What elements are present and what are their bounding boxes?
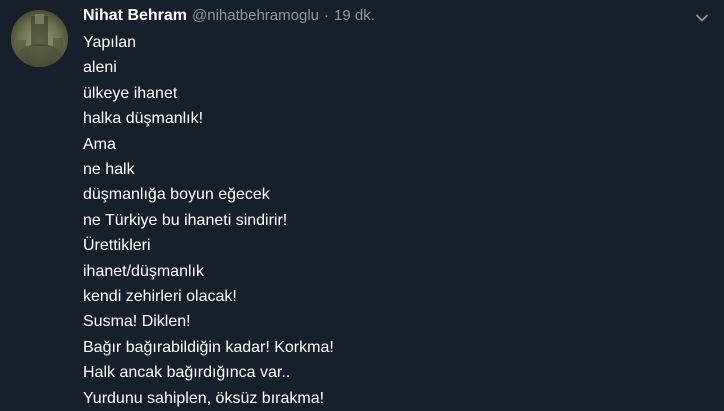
tweet-line: ihanet/düşmanlık [83, 262, 204, 280]
author-handle[interactable]: @nihatbehramoglu [192, 3, 319, 29]
tweet-timestamp[interactable]: 19 dk. [334, 3, 375, 29]
tweet-line: düşmanlığa boyun eğecek [83, 186, 270, 204]
tweet-line: Yurdunu sahiplen, öksüz bırakma! [83, 389, 325, 407]
tweet-header: Nihat Behram @nihatbehramoglu · 19 dk. [83, 3, 684, 29]
author-name[interactable]: Nihat Behram [83, 3, 187, 29]
tweet-line: ne Türkiye bu ihaneti sindirir! [83, 211, 288, 229]
tweet-text: Yapılan aleni ülkeye ihanet halka düşman… [83, 30, 684, 411]
tweet-content: Nihat Behram @nihatbehramoglu · 19 dk. Y… [83, 3, 684, 411]
tweet: Nihat Behram @nihatbehramoglu · 19 dk. Y… [0, 0, 724, 411]
tweet-line: Ama [83, 135, 116, 153]
tweet-line: Ürettikleri [83, 237, 151, 255]
tweet-line: ne halk [83, 161, 135, 179]
tweet-line: Yapılan [83, 34, 137, 51]
tweet-line: Bağır bağırabildiğin kadar! Korkma! [83, 338, 334, 356]
tweet-line: aleni [83, 59, 117, 77]
separator-dot: · [324, 7, 330, 24]
tweet-line: halka düşmanlık! [83, 110, 204, 128]
tweet-line: Susma! Diklen! [83, 313, 191, 331]
tweet-line: Halk ancak bağırdığınca var.. [83, 364, 291, 382]
avatar-image [11, 10, 68, 67]
avatar[interactable] [11, 10, 68, 67]
tweet-line: ülkeye ihanet [83, 84, 178, 102]
chevron-down-icon[interactable] [694, 10, 710, 26]
tweet-line: kendi zehirleri olacak! [83, 288, 237, 306]
